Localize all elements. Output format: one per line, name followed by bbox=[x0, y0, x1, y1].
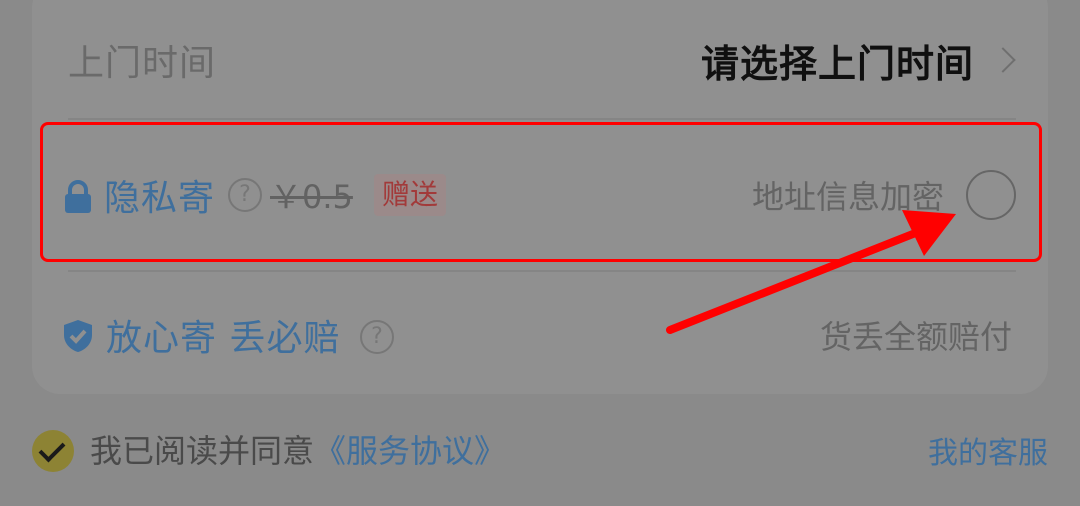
chevron-right-icon bbox=[990, 47, 1016, 73]
pickup-time-label: 上门时间 bbox=[68, 43, 217, 84]
service-agreement-link[interactable]: 《服务协议》 bbox=[314, 432, 506, 470]
full-compensation-label: 货丢全额赔付 bbox=[819, 318, 1012, 356]
insured-shipping-row: 放心寄 丢必赔 ? 货丢全额赔付 bbox=[32, 292, 1048, 378]
annotation-highlight-box bbox=[40, 122, 1042, 262]
check-circle-icon[interactable] bbox=[32, 430, 74, 472]
divider bbox=[68, 118, 1016, 120]
my-customer-service-link[interactable]: 我的客服 bbox=[928, 428, 1048, 472]
agreement-text: 我已阅读并同意《服务协议》 bbox=[90, 426, 506, 472]
pickup-time-row[interactable]: 上门时间 请选择上门时间 bbox=[32, 20, 1048, 100]
divider bbox=[68, 270, 1016, 272]
agreement-prefix: 我已阅读并同意 bbox=[90, 432, 315, 470]
agreement-row: 我已阅读并同意《服务协议》 我的客服 bbox=[32, 422, 1048, 476]
insured-shipping-title: 放心寄 丢必赔 bbox=[106, 318, 341, 359]
shield-icon bbox=[64, 320, 92, 352]
question-circle-icon[interactable]: ? bbox=[360, 320, 394, 354]
pickup-time-value[interactable]: 请选择上门时间 bbox=[701, 33, 974, 88]
